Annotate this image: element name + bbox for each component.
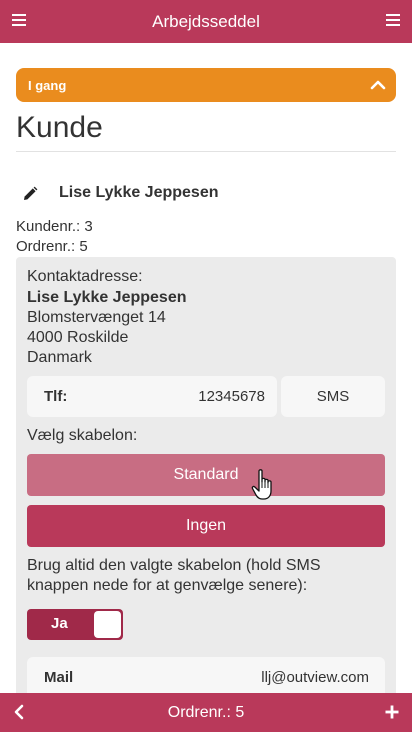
phone-number: 12345678	[198, 388, 265, 405]
mail-value: llj@outview.com	[261, 669, 369, 686]
toggle-label: Ja	[51, 615, 68, 632]
hand-cursor-icon	[251, 469, 272, 500]
section-title: Kunde	[16, 111, 103, 144]
pencil-icon[interactable]	[22, 186, 38, 202]
app-title: Arbejdsseddel	[152, 12, 260, 31]
contact-country: Danmark	[27, 349, 92, 366]
template-ingen-button[interactable]: Ingen	[27, 505, 385, 547]
order-number: Ordrenr.: 5	[16, 238, 88, 255]
bottom-bar: Ordrenr.: 5	[0, 693, 412, 732]
phone-field[interactable]: Tlf: 12345678	[27, 376, 277, 417]
contact-name: Lise Lykke Jeppesen	[27, 289, 187, 306]
toggle-knob	[94, 611, 121, 638]
top-app-bar: Arbejdsseddel	[0, 0, 412, 43]
customer-number: Kundenr.: 3	[16, 218, 93, 235]
always-use-toggle[interactable]: Ja	[27, 609, 123, 640]
menu-icon[interactable]	[386, 14, 400, 26]
chevron-up-icon	[370, 80, 386, 90]
mail-label: Mail	[44, 669, 74, 686]
contact-city: 4000 Roskilde	[27, 329, 129, 346]
status-collapsible-header[interactable]: I gang	[16, 68, 396, 102]
always-use-template-text: Brug altid den valgte skabelon (hold SMS…	[27, 557, 321, 594]
template-label: Vælg skabelon:	[27, 427, 138, 444]
customer-name: Lise Lykke Jeppesen	[59, 184, 219, 201]
template-standard-button[interactable]: Standard	[27, 454, 385, 496]
footer-order-number: Ordrenr.: 5	[167, 704, 245, 721]
phone-label: Tlf:	[44, 388, 68, 405]
status-label: I gang	[28, 78, 67, 93]
contact-address-label: Kontaktadresse:	[27, 268, 143, 285]
divider	[16, 151, 396, 152]
sms-button[interactable]: SMS	[281, 376, 385, 417]
contact-street: Blomstervænget 14	[27, 309, 166, 326]
plus-icon[interactable]	[384, 704, 400, 720]
